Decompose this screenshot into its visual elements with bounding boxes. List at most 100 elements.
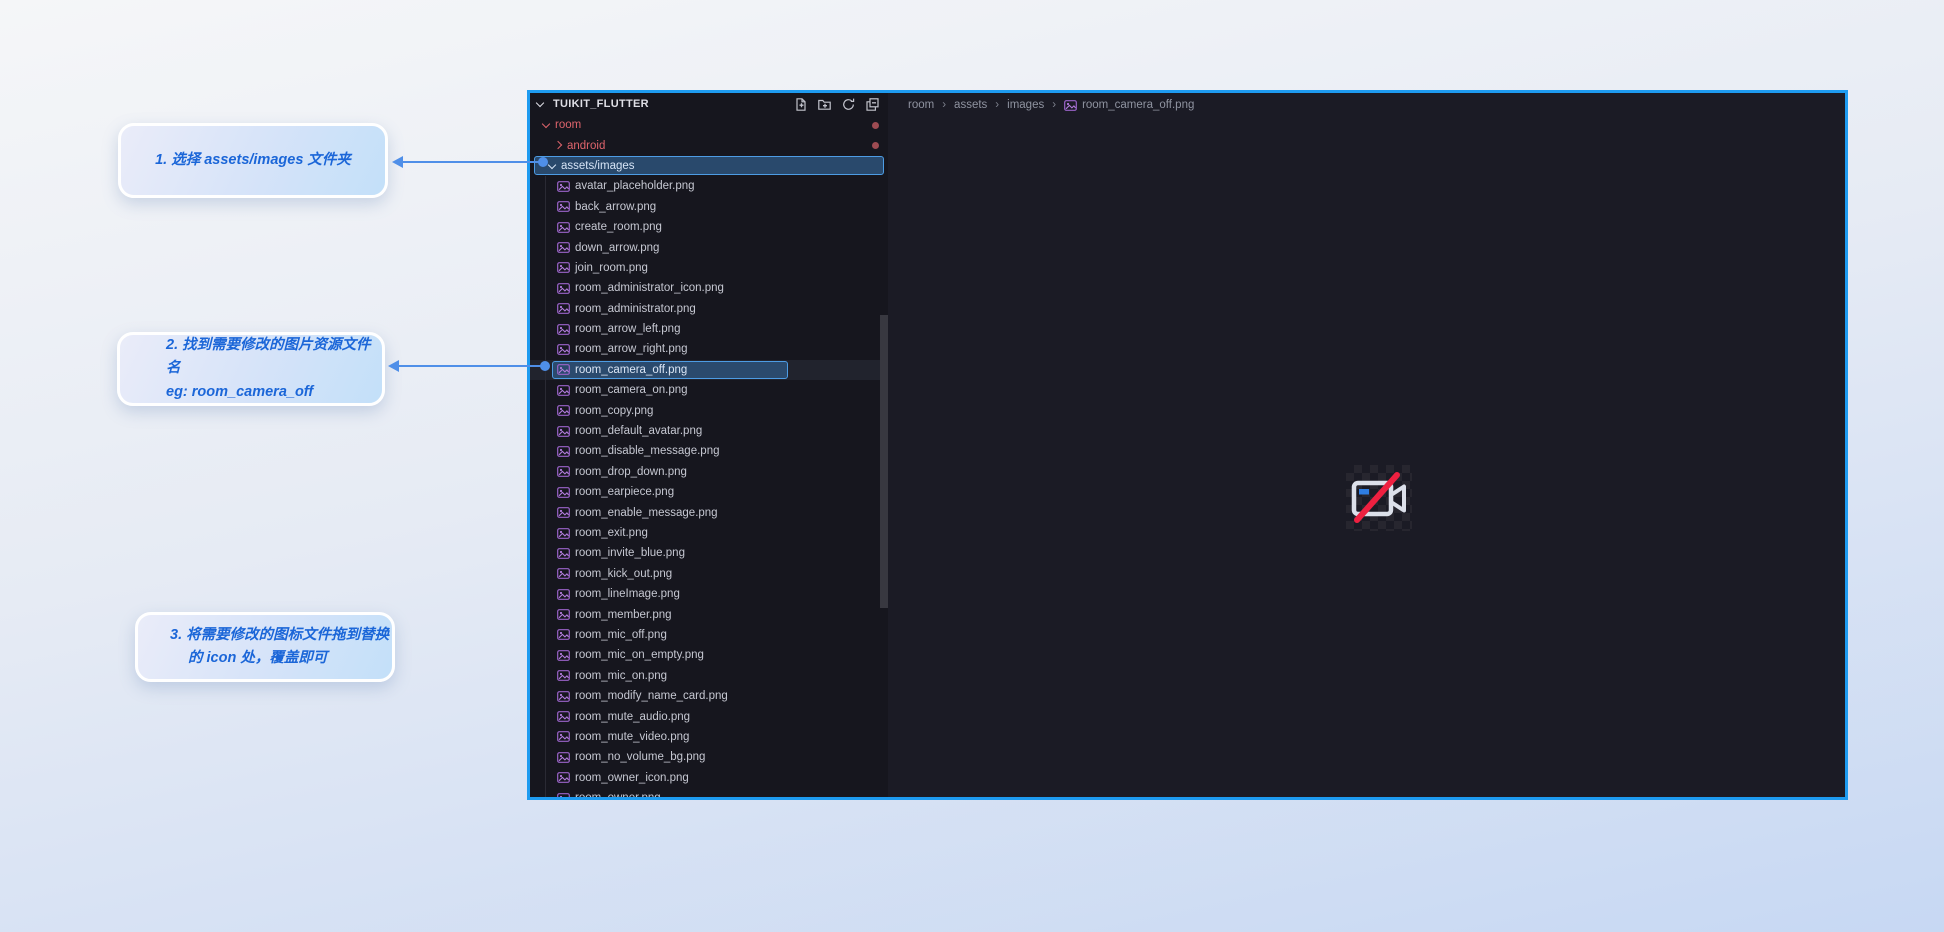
file-name: room_no_volume_bg.png [575, 751, 706, 764]
file-row[interactable]: room_enable_message.png [530, 502, 888, 522]
indent-guide [545, 176, 546, 797]
file-row[interactable]: room_camera_on.png [530, 380, 888, 400]
file-row[interactable]: room_administrator.png [530, 299, 888, 319]
file-row[interactable]: room_camera_off.png [530, 359, 888, 381]
image-file-icon [557, 425, 570, 437]
file-row[interactable]: room_no_volume_bg.png [530, 747, 888, 767]
image-file-icon [557, 446, 570, 457]
breadcrumb-item[interactable]: images [987, 99, 1044, 111]
file-row[interactable]: room_drop_down.png [530, 462, 888, 482]
file-row-content: room_arrow_right.png [552, 340, 697, 358]
tree-folder-room[interactable]: room [530, 115, 888, 135]
file-row-content: room_arrow_left.png [552, 320, 689, 338]
arrow-target-dot [538, 157, 548, 167]
file-row[interactable]: room_administrator_icon.png [530, 278, 888, 298]
explorer-header[interactable]: TUIKIT_FLUTTER [530, 93, 888, 115]
file-row-content: room_enable_message.png [552, 504, 727, 522]
new-folder-icon[interactable] [817, 97, 832, 112]
file-row[interactable]: room_member.png [530, 604, 888, 624]
explorer-sidebar: TUIKIT_FLUTTER room android assets/image… [530, 93, 888, 797]
chevron-down-icon [535, 98, 545, 108]
file-name: room_default_avatar.png [575, 425, 703, 438]
camera-off-icon [1351, 472, 1406, 523]
file-row[interactable]: room_mute_audio.png [530, 706, 888, 726]
file-row-content: room_lineImage.png [552, 585, 689, 603]
file-row-content: avatar_placeholder.png [552, 177, 704, 195]
breadcrumb-item[interactable]: room_camera_off.png [1044, 99, 1194, 111]
breadcrumb-label: assets [954, 99, 988, 111]
breadcrumb-item[interactable]: assets [934, 99, 987, 111]
explorer-toolbar [793, 97, 880, 112]
file-row-content: room_default_avatar.png [552, 422, 711, 440]
file-row[interactable]: room_mute_video.png [530, 727, 888, 747]
breadcrumb: room assets images [888, 93, 1845, 117]
file-row[interactable]: join_room.png [530, 258, 888, 278]
refresh-explorer-icon[interactable] [841, 97, 856, 112]
image-file-icon [557, 629, 570, 641]
file-row-content: room_exit.png [552, 524, 657, 542]
file-row-content: room_kick_out.png [552, 565, 681, 583]
file-row[interactable]: create_room.png [530, 217, 888, 237]
image-file-icon [557, 711, 570, 722]
file-row[interactable]: room_owner_icon.png [530, 768, 888, 788]
file-row-content: create_room.png [552, 218, 671, 236]
file-row[interactable]: room_kick_out.png [530, 564, 888, 584]
file-row-content: room_disable_message.png [552, 442, 728, 460]
file-row-content: room_mic_off.png [552, 626, 676, 644]
file-row-content: room_drop_down.png [552, 463, 696, 481]
file-row-content: down_arrow.png [552, 239, 668, 257]
tree-folder-assets-images[interactable]: assets/images [530, 156, 888, 176]
image-file-icon [557, 772, 570, 784]
annotation-step-1-text: 1. 选择 assets/images 文件夹 [155, 151, 351, 168]
file-row[interactable]: back_arrow.png [530, 197, 888, 217]
file-row[interactable]: room_arrow_right.png [530, 339, 888, 359]
file-name: room_mute_audio.png [575, 710, 691, 723]
file-row[interactable]: down_arrow.png [530, 237, 888, 257]
image-file-icon [557, 751, 570, 763]
file-row[interactable]: room_disable_message.png [530, 441, 888, 461]
file-row[interactable]: room_earpiece.png [530, 482, 888, 502]
breadcrumb-item[interactable]: room [908, 99, 934, 111]
collapse-folders-icon[interactable] [865, 97, 880, 112]
file-row[interactable]: room_invite_blue.png [530, 543, 888, 563]
file-name: back_arrow.png [575, 200, 657, 213]
file-row-content: room_invite_blue.png [552, 544, 694, 562]
git-modified-dot [872, 121, 879, 129]
file-row-content: room_earpiece.png [552, 483, 683, 501]
image-file-icon [557, 731, 570, 743]
file-row[interactable]: room_exit.png [530, 523, 888, 543]
file-row[interactable]: room_mic_on_empty.png [530, 645, 888, 665]
file-row[interactable]: room_owner.png [530, 788, 888, 797]
new-file-icon[interactable] [793, 97, 808, 112]
breadcrumb-label: room_camera_off.png [1082, 99, 1195, 111]
file-row[interactable]: avatar_placeholder.png [530, 176, 888, 196]
file-row-content: room_camera_on.png [552, 381, 697, 399]
editor-pane: room assets images [888, 93, 1845, 797]
sidebar-scrollbar[interactable] [880, 315, 888, 608]
image-file-icon [557, 792, 570, 797]
file-row[interactable]: room_lineImage.png [530, 584, 888, 604]
image-file-icon [557, 323, 570, 335]
image-file-icon [557, 221, 570, 233]
file-name: room_lineImage.png [575, 588, 680, 601]
file-row-content: room_administrator_icon.png [552, 279, 733, 297]
file-row[interactable]: room_modify_name_card.png [530, 686, 888, 706]
file-row[interactable]: room_mic_off.png [530, 625, 888, 645]
file-row-content: room_mute_audio.png [552, 708, 699, 726]
file-name: room_camera_on.png [575, 384, 688, 397]
image-file-icon [557, 344, 570, 355]
file-row-content: room_mic_on_empty.png [552, 646, 713, 664]
file-name: room_kick_out.png [575, 567, 673, 580]
file-name: create_room.png [575, 221, 662, 234]
chevron-right-icon [553, 140, 563, 149]
file-row[interactable]: room_arrow_left.png [530, 319, 888, 339]
tree-folder-android[interactable]: android [530, 135, 888, 155]
annotation-step-3-line1: 3. 将需要修改的图标文件拖到替换 [170, 626, 390, 643]
file-row[interactable]: room_default_avatar.png [530, 421, 888, 441]
file-row-content: back_arrow.png [552, 198, 665, 216]
file-row[interactable]: room_copy.png [530, 400, 888, 420]
file-name: room_earpiece.png [575, 486, 675, 499]
file-row[interactable]: room_mic_on.png [530, 666, 888, 686]
image-preview [1346, 465, 1412, 531]
file-row-content: room_mute_video.png [552, 728, 698, 746]
